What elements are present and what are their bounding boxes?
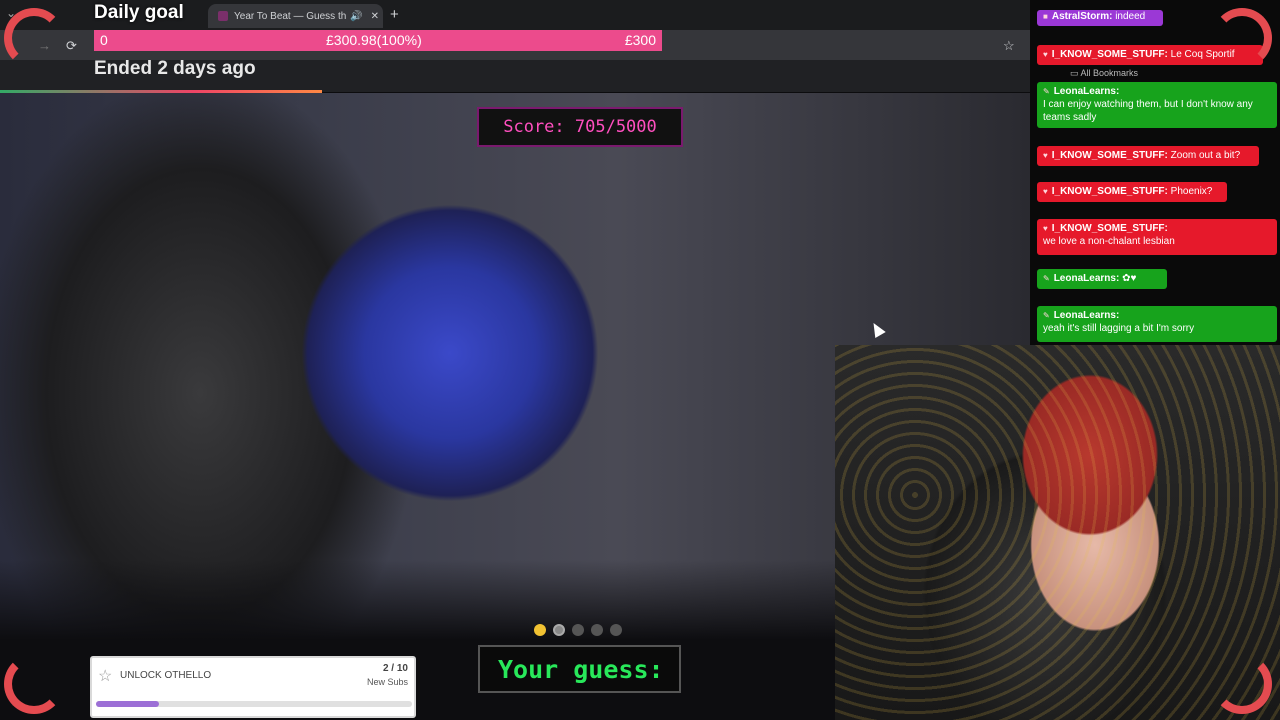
chat-user: I_KNOW_SOME_STUFF: (1051, 186, 1168, 197)
round-dot[interactable] (553, 624, 565, 636)
chat-message: ✎ LeonaLearns: ✿♥ (1037, 269, 1167, 289)
emote-icon: ✿♥ (1122, 273, 1137, 284)
heart-icon: ♥ (1043, 151, 1048, 160)
reload-icon[interactable]: ⟳ (66, 38, 77, 54)
goal-current: £300.98(100%) (326, 32, 422, 48)
tab-title: Year To Beat — Guess the S (234, 10, 347, 22)
chat-user: I_KNOW_SOME_STUFF: (1051, 223, 1168, 234)
goal-target: £300 (624, 32, 656, 48)
corner-decoration-icon (1212, 8, 1272, 68)
heart-icon: ♥ (1043, 224, 1048, 233)
chat-text: I can enjoy watching them, but I don't k… (1043, 99, 1253, 123)
tab-year-to-beat[interactable]: Year To Beat — Guess the S 🔊 ✕ (208, 4, 383, 28)
pencil-icon: ✎ (1043, 274, 1050, 283)
subs-goal-label: UNLOCK OTHELLO (120, 670, 212, 681)
chat-text: Phoenix? (1170, 186, 1213, 197)
round-dot[interactable] (591, 624, 603, 636)
favicon-icon (218, 11, 228, 21)
bookmarks-label: All Bookmarks (1080, 68, 1139, 78)
goal-status: Ended 2 days ago (94, 58, 256, 79)
chat-text: indeed (1115, 11, 1146, 22)
subs-count: 2 / 10 (382, 663, 408, 674)
subs-progress-track (96, 701, 412, 707)
round-dot[interactable] (534, 624, 546, 636)
close-tab-icon[interactable]: ✕ (371, 11, 379, 22)
round-dot[interactable] (610, 624, 622, 636)
guess-label: Your guess: (498, 654, 664, 684)
badge-icon: ■ (1043, 12, 1048, 21)
chat-text: yeah it's still lagging a bit I'm sorry (1043, 323, 1195, 334)
chat-user: LeonaLearns: (1053, 86, 1120, 97)
round-dot[interactable] (572, 624, 584, 636)
guess-input[interactable]: Your guess: (478, 645, 681, 693)
chat-message: ♥ I_KNOW_SOME_STUFF: Zoom out a bit? (1037, 146, 1259, 166)
pencil-icon: ✎ (1043, 87, 1050, 96)
chat-user: I_KNOW_SOME_STUFF: (1051, 150, 1168, 161)
heart-icon: ♥ (1043, 187, 1048, 196)
score-display: Score: 705/5000 (477, 107, 683, 147)
chat-text: Zoom out a bit? (1170, 150, 1241, 161)
chat-message: ✎ LeonaLearns: I can enjoy watching them,… (1037, 82, 1277, 128)
goal-progress-bar: 0 £300.98(100%) £300 (94, 30, 662, 51)
pencil-icon: ✎ (1043, 311, 1050, 320)
webcam-chair-pattern (835, 345, 1280, 720)
new-tab-button[interactable]: + (390, 6, 399, 23)
corner-decoration-icon (4, 654, 64, 714)
goal-title: Daily goal (94, 2, 184, 23)
corner-decoration-icon (4, 8, 64, 68)
subs-progress-fill (96, 701, 160, 707)
chat-text: we love a non-chalant lesbian (1043, 236, 1175, 247)
goal-start: 0 (100, 32, 108, 48)
subs-sublabel: New Subs (366, 677, 408, 687)
bookmarks-folder[interactable]: ▭ All Bookmarks (1070, 68, 1138, 79)
speaker-icon[interactable]: 🔊 (350, 11, 362, 22)
chat-message: ■ AstralStorm: indeed (1037, 10, 1163, 26)
chat-user: AstralStorm: (1051, 11, 1113, 22)
chat-user: LeonaLearns: (1053, 273, 1120, 284)
chat-message: ✎ LeonaLearns: yeah it's still lagging a … (1037, 306, 1277, 342)
chat-user: I_KNOW_SOME_STUFF: (1051, 49, 1168, 60)
subs-goal-widget: ☆ UNLOCK OTHELLO 2 / 10 New Subs (90, 656, 416, 718)
corner-decoration-icon (1212, 654, 1272, 714)
round-indicator (534, 624, 622, 636)
bookmark-star-icon[interactable]: ☆ (1003, 38, 1015, 54)
chat-user: LeonaLearns: (1053, 310, 1120, 321)
chat-message: ♥ I_KNOW_SOME_STUFF: we love a non-chalan… (1037, 219, 1277, 255)
star-icon: ☆ (98, 668, 113, 685)
heart-icon: ♥ (1043, 50, 1048, 59)
chat-message: ♥ I_KNOW_SOME_STUFF: Phoenix? (1037, 182, 1227, 202)
